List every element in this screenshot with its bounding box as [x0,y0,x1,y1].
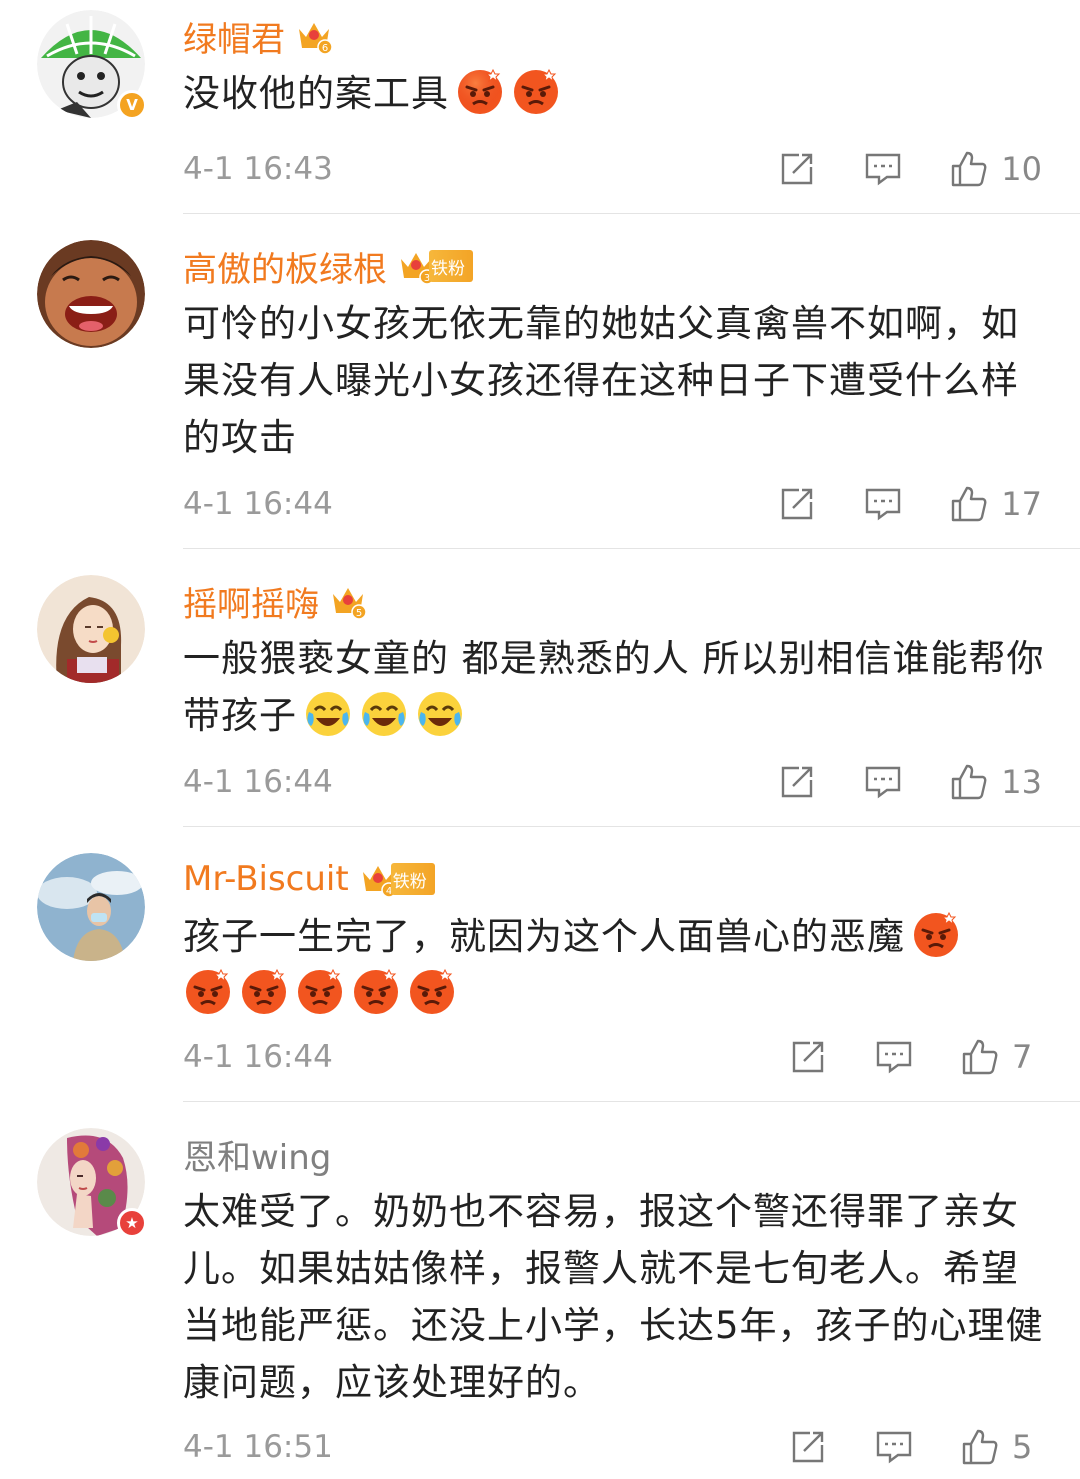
vip-badge-label: ★ [125,1214,139,1232]
repost-button[interactable] [788,1037,828,1077]
thumbs-up-icon [952,486,987,522]
thumbs-up-icon [962,1429,998,1465]
repost-button[interactable] [777,762,817,802]
comment-button[interactable] [863,484,903,524]
comment-text: 太难受了。奶奶也不容易，报这个警还得罪了亲女儿。如果姑姑像样，报警人就不是七旬老… [183,1183,1053,1411]
like-count: 13 [1001,763,1042,801]
comment-time: 4-1 16:51 [183,1429,333,1465]
like-button[interactable]: 10 [949,149,1042,189]
like-count: 5 [1012,1428,1033,1466]
crown-level-icon: 6 [295,17,333,55]
comment-body: 没收他的案工具 [183,72,449,115]
avatar[interactable] [37,853,145,961]
angry-face-icon [183,966,233,1016]
verified-badge-label: V [126,96,138,114]
fan-badge: 铁粉 [390,863,435,895]
repost-icon [782,153,813,185]
svg-text:5: 5 [356,608,362,619]
comment-button[interactable] [874,1037,914,1077]
repost-button[interactable] [777,484,817,524]
comment-button[interactable] [874,1427,914,1467]
crying-laughing-face-icon [359,688,409,738]
angry-face-icon [511,66,561,116]
divider [183,826,1080,827]
thumbs-up-icon [952,764,987,800]
comment-text: 没收他的案工具 [183,65,1053,122]
like-count: 17 [1001,485,1042,523]
fan-badge: 铁粉 [429,250,473,282]
comment-body: 可怜的小女孩无依无靠的她姑父真禽兽不如啊，如果没有人曝光小女孩还得在这种日子下遭… [183,302,1019,459]
comment-body: 孩子一生完了，就因为这个人面兽心的恶魔 [183,915,905,958]
vip-star-badge-icon: ★ [117,1208,147,1238]
like-button[interactable]: 13 [949,762,1042,802]
comment-text: 可怜的小女孩无依无靠的她姑父真禽兽不如啊，如果没有人曝光小女孩还得在这种日子下遭… [183,295,1053,466]
divider [183,213,1080,214]
comment-time: 4-1 16:44 [183,764,333,800]
comment-icon [866,766,901,799]
username[interactable]: 高傲的板绿根 [183,242,387,291]
repost-icon [782,488,813,520]
divider [183,1101,1080,1102]
avatar[interactable] [37,575,145,683]
like-button[interactable]: 17 [949,484,1042,524]
angry-face-icon [911,909,961,959]
repost-icon [792,1041,824,1073]
thumbs-up-icon [962,1039,998,1075]
angry-face-icon [351,966,401,1016]
comment-button[interactable] [863,762,903,802]
username[interactable]: 恩和wing [183,1130,331,1179]
comment-time: 4-1 16:44 [183,486,333,522]
avatar[interactable] [37,240,145,348]
comment-button[interactable] [863,149,903,189]
comment-text: 一般猥亵女童的 都是熟悉的人 所以别相信谁能帮你带孩子 [183,630,1053,744]
comment-time: 4-1 16:43 [183,151,333,187]
angry-face-icon [407,966,457,1016]
comment-text: 孩子一生完了，就因为这个人面兽心的恶魔 [183,908,1053,1022]
like-count: 10 [1001,150,1042,188]
angry-face-icon [295,966,345,1016]
username[interactable]: 摇啊摇嗨 [183,577,319,626]
repost-button[interactable] [788,1427,828,1467]
comment-time: 4-1 16:44 [183,1039,333,1075]
crying-laughing-face-icon [303,688,353,738]
comment-body: 太难受了。奶奶也不容易，报这个警还得罪了亲女儿。如果姑姑像样，报警人就不是七旬老… [183,1190,1044,1404]
comment-icon [866,153,901,186]
angry-face-icon [455,66,505,116]
like-count: 7 [1012,1038,1033,1076]
comment-icon [876,1041,912,1074]
comment-icon [866,488,901,521]
svg-text:6: 6 [322,43,328,54]
crown-level-icon: 5 [329,582,367,620]
thumbs-up-icon [952,151,987,187]
angry-face-icon [239,966,289,1016]
username[interactable]: Mr-Biscuit [183,859,349,899]
repost-icon [782,766,813,798]
crying-laughing-face-icon [415,688,465,738]
username[interactable]: 绿帽君 [183,12,285,61]
comment-list: V 绿帽君 6 没收他的案工具 4-1 16:43 10 高傲的板绿根 3 铁粉… [0,0,1080,1479]
divider [183,548,1080,549]
like-button[interactable]: 7 [960,1037,1042,1077]
like-button[interactable]: 5 [960,1427,1042,1467]
repost-icon [792,1431,824,1463]
comment-icon [876,1431,912,1464]
repost-button[interactable] [777,149,817,189]
verified-v-icon: V [117,90,147,120]
